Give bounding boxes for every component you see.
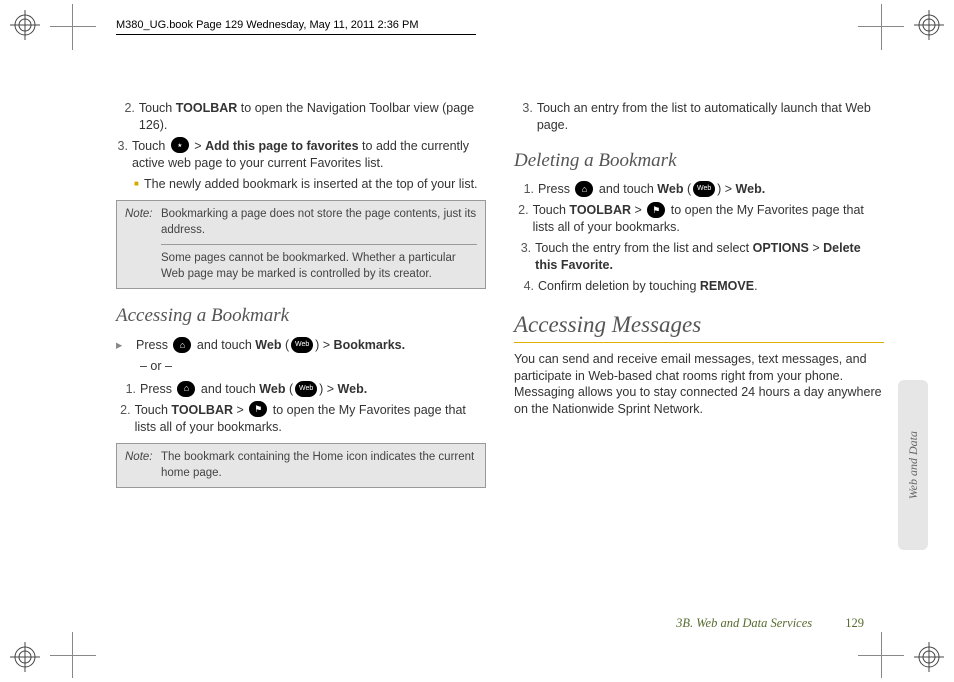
list-item: 3. Touch an entry from the list to autom… <box>514 100 884 134</box>
sublist-item: ■ The newly added bookmark is inserted a… <box>134 176 486 193</box>
step-number: 3. <box>116 138 128 172</box>
note-label: Note: <box>125 207 161 282</box>
list-item: 3. Touch the entry from the list and sel… <box>514 240 884 274</box>
note-body: Bookmarking a page does not store the pa… <box>161 207 477 282</box>
list-item: 3. Touch ⭑ > Add this page to favorites … <box>116 138 486 172</box>
crop-guide <box>858 655 904 656</box>
heading-accessing-messages: Accessing Messages <box>514 309 884 343</box>
list-item: 4. Confirm deletion by touching REMOVE. <box>514 278 884 295</box>
list-item: 2. Touch TOOLBAR > ⚑ to open the My Favo… <box>116 402 486 436</box>
crop-mark-bottom-right <box>914 642 944 672</box>
note-label: Note: <box>125 450 161 481</box>
note-box: Note: Bookmarking a page does not store … <box>116 200 486 289</box>
heading-accessing-bookmark: Accessing a Bookmark <box>116 303 486 329</box>
list-item: 1. Press ⌂ and touch Web (Web) > Web. <box>514 181 884 198</box>
footer-section: 3B. Web and Data Services <box>676 616 812 630</box>
note-divider <box>161 244 477 245</box>
home-icon: ⌂ <box>575 181 593 197</box>
step-number: 1. <box>514 181 534 198</box>
note-body: The bookmark containing the Home icon in… <box>161 450 477 481</box>
side-tab-label: Web and Data <box>905 431 921 499</box>
step-text: Confirm deletion by touching REMOVE. <box>538 278 758 295</box>
step-text: Touch TOOLBAR > ⚑ to open the My Favorit… <box>533 202 884 236</box>
heading-deleting-bookmark: Deleting a Bookmark <box>514 148 884 174</box>
step-text: Press ⌂ and touch Web (Web) > Bookmarks. <box>136 337 405 354</box>
web-icon: Web <box>693 181 715 197</box>
crop-guide <box>50 655 96 656</box>
home-icon: ⌂ <box>177 381 195 397</box>
step-number: 2. <box>514 202 529 236</box>
web-icon: Web <box>291 337 313 353</box>
step-text: Touch TOOLBAR > ⚑ to open the My Favorit… <box>135 402 486 436</box>
step-number: 2. <box>116 100 135 134</box>
web-icon: Web <box>295 381 317 397</box>
crop-mark-top-left <box>10 10 40 40</box>
list-item: ▸ Press ⌂ and touch Web (Web) > Bookmark… <box>116 337 486 354</box>
triangle-icon: ▸ <box>116 337 136 354</box>
crop-guide <box>50 26 96 27</box>
side-tab: Web and Data <box>898 380 928 550</box>
step-text: Touch TOOLBAR to open the Navigation Too… <box>139 100 486 134</box>
step-text: Press ⌂ and touch Web (Web) > Web. <box>140 381 367 398</box>
favorites-icon: ⭑ <box>171 137 189 153</box>
note-text: Some pages cannot be bookmarked. Whether… <box>161 251 477 282</box>
step-number: 4. <box>514 278 534 295</box>
step-text: Press ⌂ and touch Web (Web) > Web. <box>538 181 765 198</box>
step-text: Touch ⭑ > Add this page to favorites to … <box>132 138 486 172</box>
column-right: 3. Touch an entry from the list to autom… <box>514 100 884 496</box>
list-item: 2. Touch TOOLBAR to open the Navigation … <box>116 100 486 134</box>
or-separator: – or – <box>140 358 486 375</box>
favorites-flag-icon: ⚑ <box>647 202 665 218</box>
crop-guide <box>881 4 882 50</box>
list-item: 2. Touch TOOLBAR > ⚑ to open the My Favo… <box>514 202 884 236</box>
home-icon: ⌂ <box>173 337 191 353</box>
footer-page-number: 129 <box>845 616 864 630</box>
step-number: 3. <box>514 100 533 134</box>
crop-guide <box>72 4 73 50</box>
note-box: Note: The bookmark containing the Home i… <box>116 443 486 488</box>
note-text: Bookmarking a page does not store the pa… <box>161 207 477 238</box>
body-text: You can send and receive email messages,… <box>514 351 884 419</box>
step-number: 2. <box>116 402 131 436</box>
step-text: Touch an entry from the list to automati… <box>537 100 884 134</box>
step-number: 1. <box>116 381 136 398</box>
crop-guide <box>858 26 904 27</box>
page-header: M380_UG.book Page 129 Wednesday, May 11,… <box>116 18 418 33</box>
favorites-flag-icon: ⚑ <box>249 401 267 417</box>
sublist-text: The newly added bookmark is inserted at … <box>144 176 478 193</box>
bullet-icon: ■ <box>134 176 144 193</box>
step-number: 3. <box>514 240 531 274</box>
page-footer: 3B. Web and Data Services 129 <box>676 615 864 632</box>
crop-mark-top-right <box>914 10 944 40</box>
list-item: 1. Press ⌂ and touch Web (Web) > Web. <box>116 381 486 398</box>
header-rule <box>116 34 476 35</box>
column-left: 2. Touch TOOLBAR to open the Navigation … <box>116 100 486 496</box>
crop-mark-bottom-left <box>10 642 40 672</box>
step-text: Touch the entry from the list and select… <box>535 240 884 274</box>
